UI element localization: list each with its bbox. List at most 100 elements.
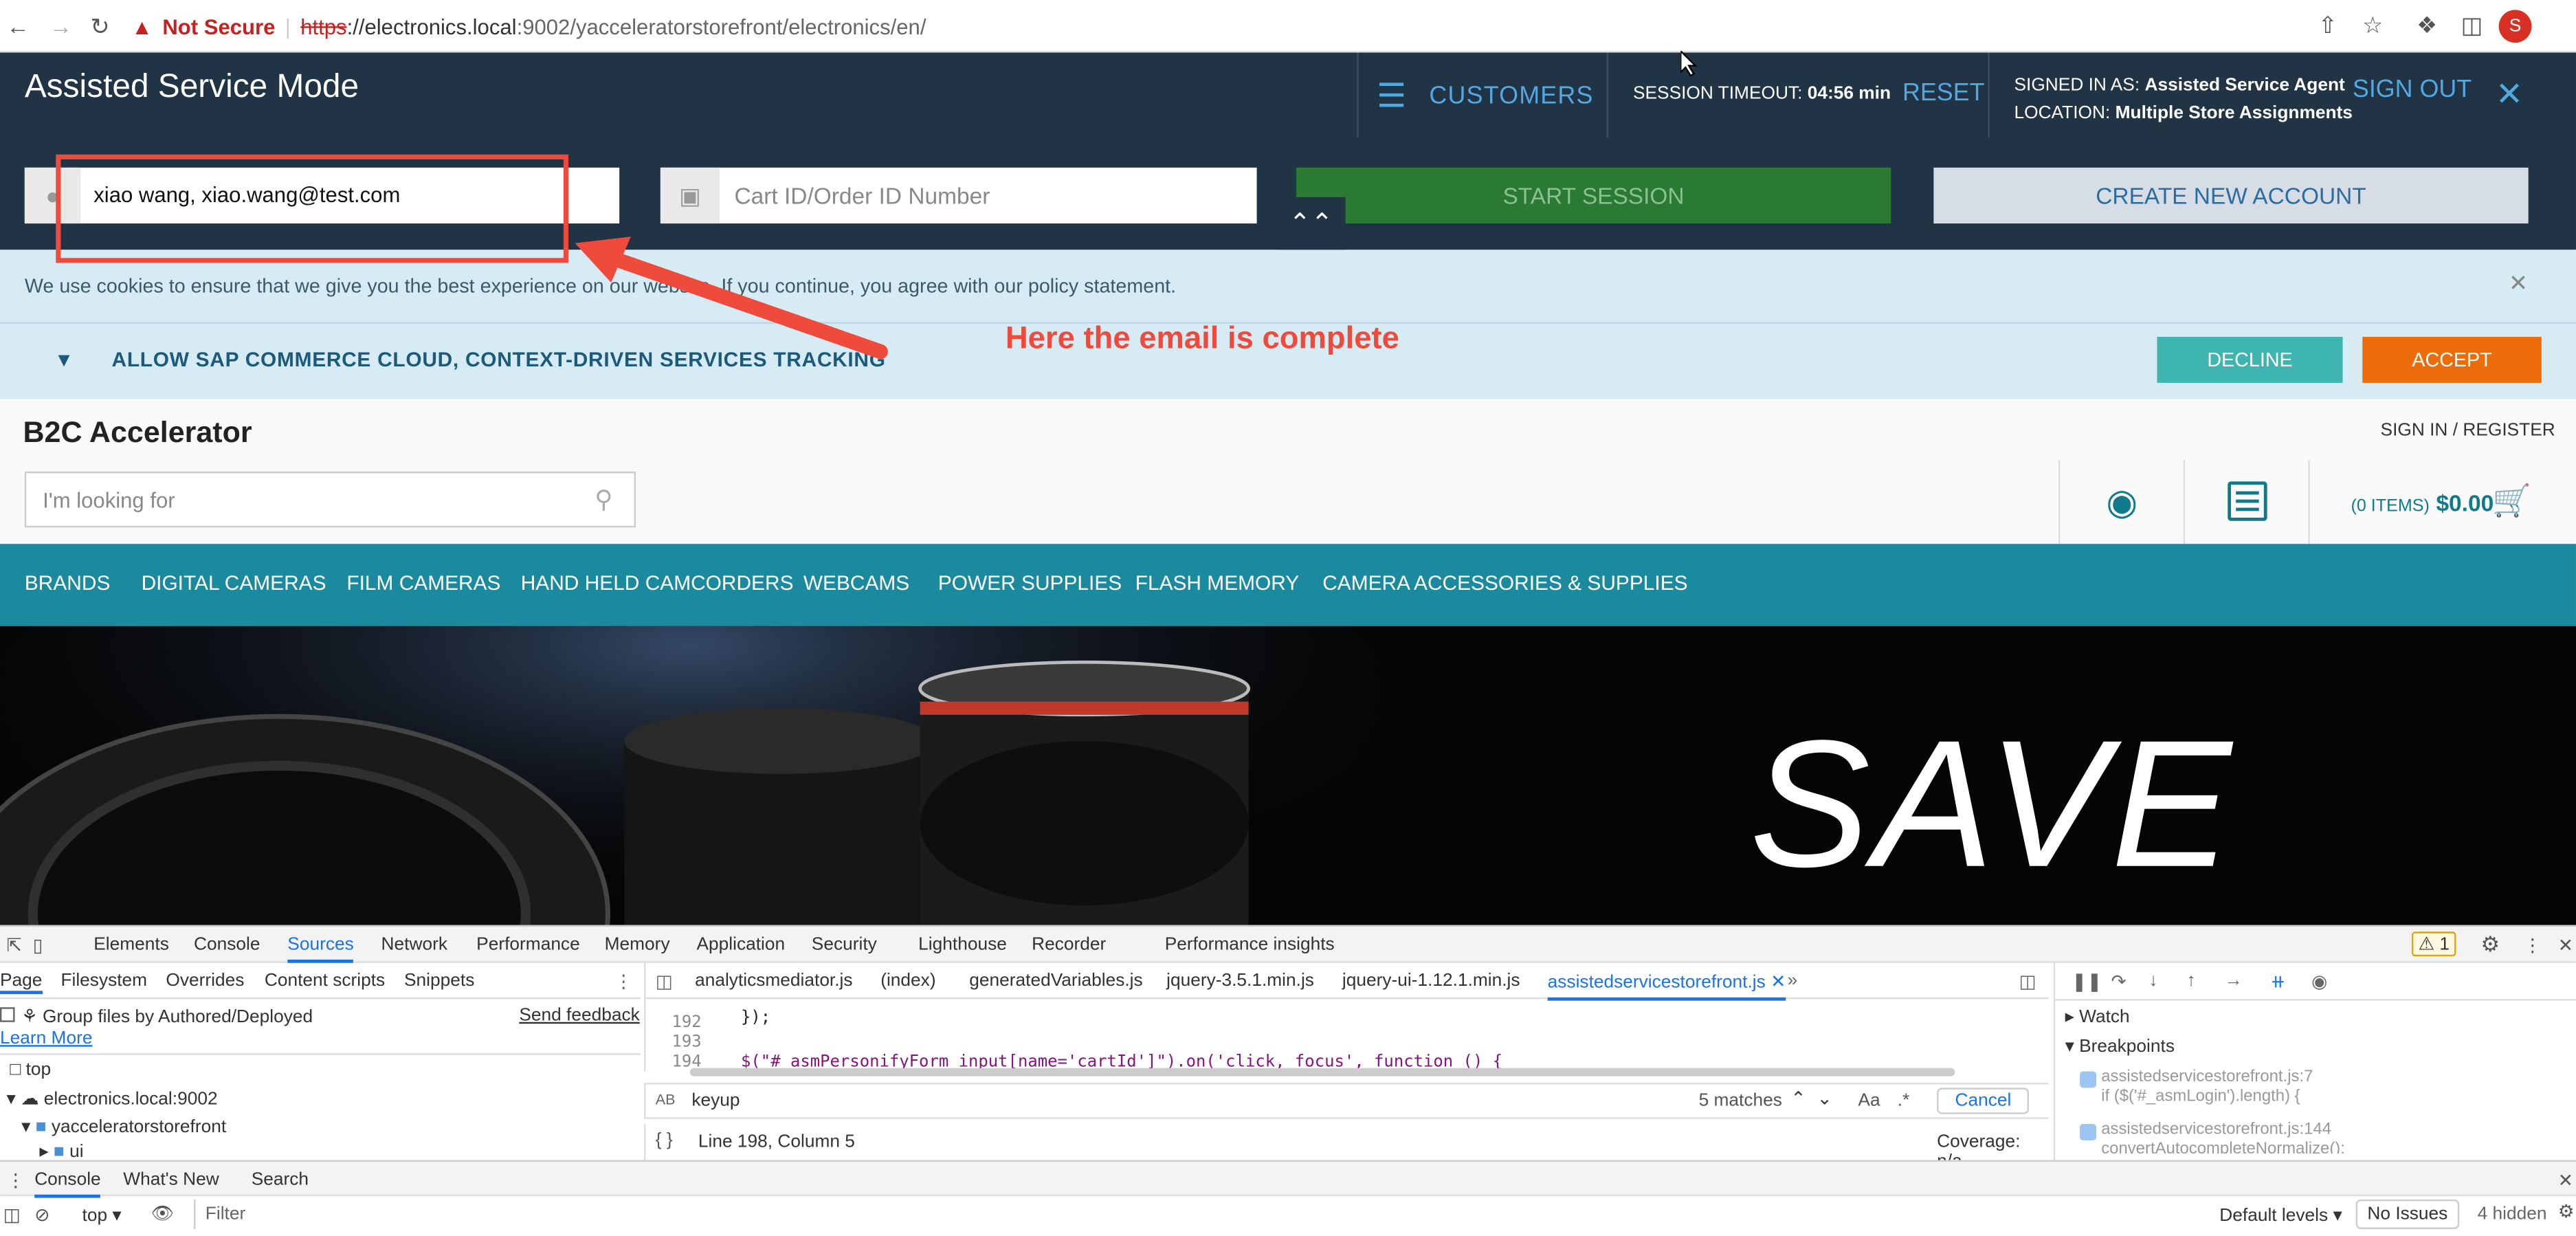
pretty-print-icon[interactable]: { } bbox=[656, 1131, 673, 1151]
toggle-navigator-icon[interactable]: ◫ bbox=[656, 971, 673, 993]
step-into-icon[interactable]: ↓ bbox=[2149, 971, 2158, 991]
more-options-icon[interactable]: ⋮ bbox=[2524, 935, 2542, 956]
close-tab-icon[interactable]: ✕ bbox=[1770, 973, 1786, 993]
file-tab[interactable]: (index) bbox=[880, 971, 935, 991]
cart-id-field[interactable]: ▣ Cart ID/Order ID Number bbox=[660, 167, 1257, 224]
forward-icon[interactable]: → bbox=[49, 13, 72, 39]
close-drawer-icon[interactable]: ✕ bbox=[2558, 1170, 2573, 1191]
inspect-icon[interactable]: ⇱ bbox=[7, 935, 22, 956]
tree-item-host[interactable]: ▾ ☁ electronics.local:9002 bbox=[7, 1088, 218, 1110]
address-bar[interactable]: ▲ Not Secure | https ://electronics.loca… bbox=[131, 7, 2333, 46]
nav-tab-content-scripts[interactable]: Content scripts bbox=[265, 971, 385, 991]
sidepanel-icon[interactable]: ◫ bbox=[2461, 12, 2483, 40]
toggle-debugger-icon[interactable]: ◫ bbox=[2019, 971, 2036, 993]
reload-icon[interactable]: ↻ bbox=[90, 13, 109, 41]
share-icon[interactable]: ⇧ bbox=[2318, 12, 2338, 40]
file-tab[interactable]: generatedVariables.js bbox=[969, 971, 1142, 991]
clear-console-icon[interactable]: ⊘ bbox=[34, 1204, 49, 1226]
accept-button[interactable]: ACCEPT bbox=[2362, 337, 2542, 383]
prev-match-icon[interactable]: ⌃ bbox=[1790, 1088, 1806, 1110]
reset-button[interactable]: RESET bbox=[1902, 79, 1985, 107]
drawer-tab-whats-new[interactable]: What's New bbox=[123, 1170, 219, 1190]
nav-item-webcams[interactable]: WEBCAMS bbox=[803, 572, 909, 595]
tab-security[interactable]: Security bbox=[812, 935, 877, 955]
sign-out-button[interactable]: SIGN OUT bbox=[2353, 76, 2472, 104]
pause-on-exceptions-icon[interactable]: ◉ bbox=[2311, 971, 2327, 993]
nav-tab-snippets[interactable]: Snippets bbox=[404, 971, 474, 991]
nav-item-film-cameras[interactable]: FILM CAMERAS bbox=[346, 572, 500, 595]
deactivate-breakpoints-icon[interactable]: ⧺ bbox=[2270, 971, 2285, 993]
cancel-search-button[interactable]: Cancel bbox=[1937, 1088, 2030, 1114]
group-files-option[interactable]: ⚘ Group files by Authored/Deployed bbox=[0, 1006, 313, 1027]
pause-icon[interactable]: ❚❚ bbox=[2072, 971, 2102, 993]
horizontal-scrollbar[interactable] bbox=[689, 1068, 1955, 1077]
close-devtools-icon[interactable]: ✕ bbox=[2558, 935, 2573, 956]
nav-item-flash-memory[interactable]: FLASH MEMORY bbox=[1135, 572, 1300, 595]
step-over-icon[interactable]: ↷ bbox=[2111, 971, 2127, 993]
tab-application[interactable]: Application bbox=[696, 935, 785, 955]
breakpoints-section[interactable]: ▾ Breakpoints bbox=[2065, 1035, 2175, 1057]
customers-button[interactable]: ☰ CUSTOMERS bbox=[1377, 76, 1594, 117]
cookie-close-icon[interactable]: ✕ bbox=[2509, 269, 2528, 298]
next-match-icon[interactable]: ⌄ bbox=[1817, 1088, 1832, 1110]
breakpoint-checkbox[interactable] bbox=[2080, 1071, 2097, 1088]
send-feedback-link[interactable]: Send feedback bbox=[519, 1006, 639, 1026]
file-tab[interactable]: analyticsmediator.js bbox=[695, 971, 852, 991]
drawer-tab-console[interactable]: Console bbox=[34, 1170, 101, 1198]
tab-memory[interactable]: Memory bbox=[605, 935, 670, 955]
nav-item-power-supplies[interactable]: POWER SUPPLIES bbox=[938, 572, 1122, 595]
regex-button[interactable]: .* bbox=[1898, 1091, 1910, 1111]
console-filter-input[interactable]: Filter bbox=[194, 1199, 2206, 1229]
learn-more-link[interactable]: Learn More bbox=[0, 1028, 92, 1048]
start-session-button[interactable]: START SESSION bbox=[1296, 167, 1891, 224]
file-tab-active[interactable]: assistedservicestorefront.js ✕ bbox=[1547, 971, 1786, 1001]
device-toggle-icon[interactable]: ▯ bbox=[33, 935, 43, 956]
tab-lighthouse[interactable]: Lighthouse bbox=[918, 935, 1007, 955]
find-input[interactable]: keyup bbox=[691, 1091, 740, 1111]
file-tab[interactable]: jquery-ui-1.12.1.min.js bbox=[1342, 971, 1520, 991]
tree-item-subfolder[interactable]: ▸ ■ ui bbox=[39, 1140, 83, 1162]
sidebar-toggle-icon[interactable]: ◫ bbox=[3, 1204, 21, 1226]
tree-item-top[interactable]: □ top bbox=[10, 1060, 51, 1080]
console-settings-icon[interactable]: ⚙ bbox=[2558, 1201, 2575, 1223]
settings-icon[interactable]: ⚙ bbox=[2480, 931, 2500, 958]
nav-item-camcorders[interactable]: HAND HELD CAMCORDERS bbox=[521, 572, 794, 595]
nav-item-brands[interactable]: BRANDS bbox=[25, 572, 111, 595]
nav-item-accessories[interactable]: CAMERA ACCESSORIES & SUPPLIES bbox=[1322, 572, 1687, 595]
file-tab[interactable]: jquery-3.5.1.min.js bbox=[1166, 971, 1314, 991]
star-icon[interactable]: ☆ bbox=[2362, 12, 2383, 40]
site-search-input[interactable]: I'm looking for ⚲ bbox=[24, 472, 636, 528]
decline-button[interactable]: DECLINE bbox=[2157, 337, 2343, 383]
hero-banner[interactable]: SAVE bbox=[0, 626, 2576, 925]
eye-icon[interactable]: 👁 bbox=[151, 1203, 174, 1224]
profile-avatar[interactable]: S bbox=[2498, 10, 2532, 43]
collapse-asm-icon[interactable]: ⌃⌃ bbox=[1276, 197, 1346, 252]
step-icon[interactable]: → bbox=[2224, 971, 2242, 991]
tab-recorder[interactable]: Recorder bbox=[1032, 935, 1106, 955]
breakpoint-file[interactable]: assistedservicestorefront.js:7 bbox=[2101, 1068, 2313, 1086]
search-icon[interactable]: ⚲ bbox=[595, 485, 612, 515]
sign-in-link[interactable]: SIGN IN / REGISTER bbox=[2381, 421, 2555, 441]
log-levels-select[interactable]: Default levels ▾ bbox=[2219, 1204, 2342, 1226]
chevron-down-icon[interactable]: ▼ bbox=[54, 349, 74, 371]
drawer-tab-search[interactable]: Search bbox=[252, 1170, 309, 1190]
nav-tab-page[interactable]: Page bbox=[0, 971, 43, 995]
checkbox-icon[interactable] bbox=[0, 1007, 15, 1022]
tab-performance-insights[interactable]: Performance insights bbox=[1165, 935, 1335, 955]
watch-section[interactable]: ▸ Watch bbox=[2065, 1006, 2130, 1027]
drawer-menu-icon[interactable]: ⋮ bbox=[7, 1170, 25, 1191]
site-logo[interactable]: B2C Accelerator bbox=[23, 416, 252, 450]
more-tabs-icon[interactable]: » bbox=[1788, 971, 1798, 991]
context-selector[interactable]: top ▾ bbox=[82, 1204, 122, 1226]
issues-button[interactable]: No Issues bbox=[2355, 1199, 2460, 1229]
nav-tab-overrides[interactable]: Overrides bbox=[166, 971, 244, 991]
more-options-icon[interactable]: ⋮ bbox=[614, 971, 632, 993]
create-account-button[interactable]: CREATE NEW ACCOUNT bbox=[1933, 167, 2529, 224]
tab-network[interactable]: Network bbox=[381, 935, 447, 955]
nav-tab-filesystem[interactable]: Filesystem bbox=[60, 971, 147, 991]
tab-sources[interactable]: Sources bbox=[287, 935, 354, 963]
issues-badge[interactable]: ⚠ 1 bbox=[2411, 931, 2456, 957]
step-out-icon[interactable]: ↑ bbox=[2186, 971, 2195, 991]
replace-toggle-icon[interactable]: AB bbox=[656, 1091, 676, 1107]
tab-console[interactable]: Console bbox=[194, 935, 260, 955]
